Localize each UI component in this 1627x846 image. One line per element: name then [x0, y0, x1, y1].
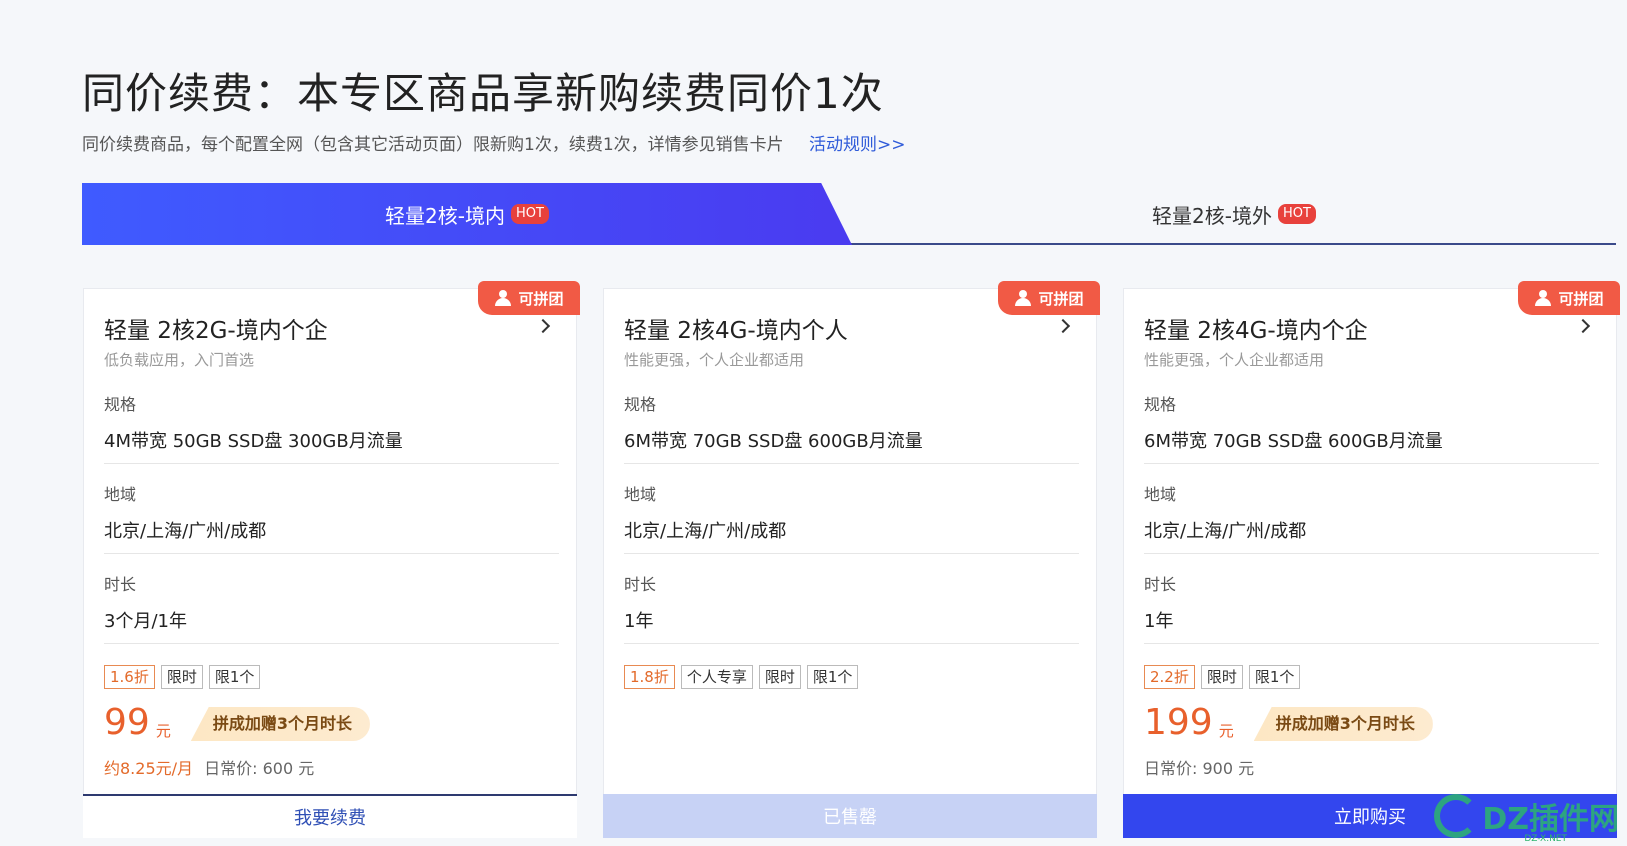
chevron-right-icon[interactable]	[1575, 318, 1591, 334]
discount-tag: 1.8折	[624, 665, 675, 689]
spec-section: 规格 6M带宽 70GB SSD盘 600GB月流量	[1144, 385, 1599, 464]
duration-section: 时长 1年	[1144, 565, 1599, 644]
group-buy-badge: 可拼团	[478, 281, 580, 315]
user-icon	[494, 290, 512, 306]
discount-tag: 1.6折	[104, 665, 155, 689]
duration-value: 1年	[624, 611, 654, 632]
region-section: 地域 北京/上海/广州/成都	[624, 475, 1079, 554]
price: 199	[1144, 702, 1213, 743]
price-unit: 元	[1218, 722, 1234, 740]
region-label: 地域	[624, 485, 657, 504]
product-tabs: 轻量2核-境内 HOT 轻量2核-境外 HOT	[82, 183, 1616, 245]
product-desc: 低负载应用，入门首选	[104, 351, 255, 369]
chevron-right-icon[interactable]	[1055, 318, 1071, 334]
user-icon	[1014, 290, 1032, 306]
price-note: 日常价: 900 元	[1144, 755, 1254, 779]
product-card: 可拼团 轻量 2核4G-境内个企 性能更强，个人企业都适用 规格 6M带宽 70…	[1123, 281, 1620, 838]
promo-banner: 拼成加赠3个月时长	[1253, 707, 1433, 741]
tab-label: 轻量2核-境外	[1152, 203, 1272, 228]
tab-lightweight-2core-domestic[interactable]: 轻量2核-境内 HOT	[82, 183, 852, 245]
subtitle-text: 同价续费商品，每个配置全网（包含其它活动页面）限新购1次，续费1次，详情参见销售…	[82, 135, 784, 155]
group-buy-badge: 可拼团	[1518, 281, 1620, 315]
tag: 限1个	[806, 665, 859, 689]
watermark-subtext: DZ-X.NET	[1524, 834, 1567, 844]
spec-section: 规格 4M带宽 50GB SSD盘 300GB月流量	[104, 385, 559, 464]
product-title[interactable]: 轻量 2核2G-境内个企	[104, 311, 328, 345]
tag-list: 2.2折 限时 限1个	[1144, 665, 1301, 689]
monthly-price: 约8.25元/月	[104, 759, 194, 778]
region-label: 地域	[104, 485, 137, 504]
duration-section: 时长 3个月/1年	[104, 565, 559, 644]
discount-tag: 2.2折	[1144, 665, 1195, 689]
tag: 限时	[758, 665, 801, 689]
tag-list: 1.8折 个人专享 限时 限1个	[624, 665, 859, 689]
tag: 限时	[1200, 665, 1243, 689]
product-desc: 性能更强，个人企业都适用	[624, 351, 805, 369]
region-label: 地域	[1144, 485, 1177, 504]
watermark-logo: DZ插件网	[1434, 794, 1619, 838]
spec-label: 规格	[104, 395, 137, 414]
duration-value: 3个月/1年	[104, 611, 187, 632]
spec-value: 4M带宽 50GB SSD盘 300GB月流量	[104, 431, 403, 452]
product-title[interactable]: 轻量 2核4G-境内个企	[1144, 311, 1368, 345]
product-card: 可拼团 轻量 2核4G-境内个人 性能更强，个人企业都适用 规格 6M带宽 70…	[603, 281, 1100, 838]
tag: 限1个	[1248, 665, 1301, 689]
product-card: 可拼团 轻量 2核2G-境内个企 低负载应用，入门首选 规格 4M带宽 50GB…	[83, 281, 580, 838]
region-value: 北京/上海/广州/成都	[624, 521, 787, 542]
page-subtitle: 同价续费商品，每个配置全网（包含其它活动页面）限新购1次，续费1次，详情参见销售…	[82, 130, 906, 155]
duration-label: 时长	[1144, 575, 1177, 594]
duration-section: 时长 1年	[624, 565, 1079, 644]
region-section: 地域 北京/上海/广州/成都	[104, 475, 559, 554]
sold-out-button: 已售罄	[603, 794, 1097, 838]
spec-section: 规格 6M带宽 70GB SSD盘 600GB月流量	[624, 385, 1079, 464]
duration-label: 时长	[104, 575, 137, 594]
price-row: 199 元 拼成加赠3个月时长	[1144, 701, 1433, 745]
renew-button[interactable]: 我要续费	[83, 794, 577, 838]
region-value: 北京/上海/广州/成都	[104, 521, 267, 542]
spec-value: 6M带宽 70GB SSD盘 600GB月流量	[624, 431, 923, 452]
spec-label: 规格	[1144, 395, 1177, 414]
duration-value: 1年	[1144, 611, 1174, 632]
price-note: 约8.25元/月 日常价: 600 元	[104, 755, 314, 779]
group-buy-label: 可拼团	[518, 289, 564, 308]
price-unit: 元	[155, 722, 171, 740]
watermark-text: DZ插件网	[1482, 802, 1619, 837]
spec-label: 规格	[624, 395, 657, 414]
tag: 限时	[160, 665, 203, 689]
product-desc: 性能更强，个人企业都适用	[1144, 351, 1325, 369]
hot-badge: HOT	[1278, 204, 1316, 224]
promo-banner: 拼成加赠3个月时长	[190, 707, 370, 741]
group-buy-label: 可拼团	[1558, 289, 1604, 308]
activity-rules-link[interactable]: 活动规则>>	[809, 135, 906, 155]
regular-price: 日常价: 900 元	[1144, 759, 1255, 778]
price: 99	[104, 702, 150, 743]
group-buy-badge: 可拼团	[998, 281, 1100, 315]
region-section: 地域 北京/上海/广州/成都	[1144, 475, 1599, 554]
hot-badge: HOT	[511, 204, 549, 224]
check-circle-icon	[1434, 794, 1479, 838]
spec-value: 6M带宽 70GB SSD盘 600GB月流量	[1144, 431, 1443, 452]
region-value: 北京/上海/广州/成都	[1144, 521, 1307, 542]
tag: 限1个	[208, 665, 261, 689]
product-title[interactable]: 轻量 2核4G-境内个人	[624, 311, 848, 345]
price-row: 99 元 拼成加赠3个月时长	[104, 701, 370, 745]
tab-lightweight-2core-overseas[interactable]: 轻量2核-境外 HOT	[852, 183, 1616, 245]
tab-label: 轻量2核-境内	[385, 203, 505, 228]
duration-label: 时长	[624, 575, 657, 594]
chevron-right-icon[interactable]	[535, 318, 551, 334]
tag-list: 1.6折 限时 限1个	[104, 665, 261, 689]
user-icon	[1534, 290, 1552, 306]
tag: 个人专享	[680, 665, 753, 689]
group-buy-label: 可拼团	[1038, 289, 1084, 308]
page-title: 同价续费：本专区商品享新购续费同价1次	[82, 69, 884, 118]
regular-price: 日常价: 600 元	[204, 759, 315, 778]
